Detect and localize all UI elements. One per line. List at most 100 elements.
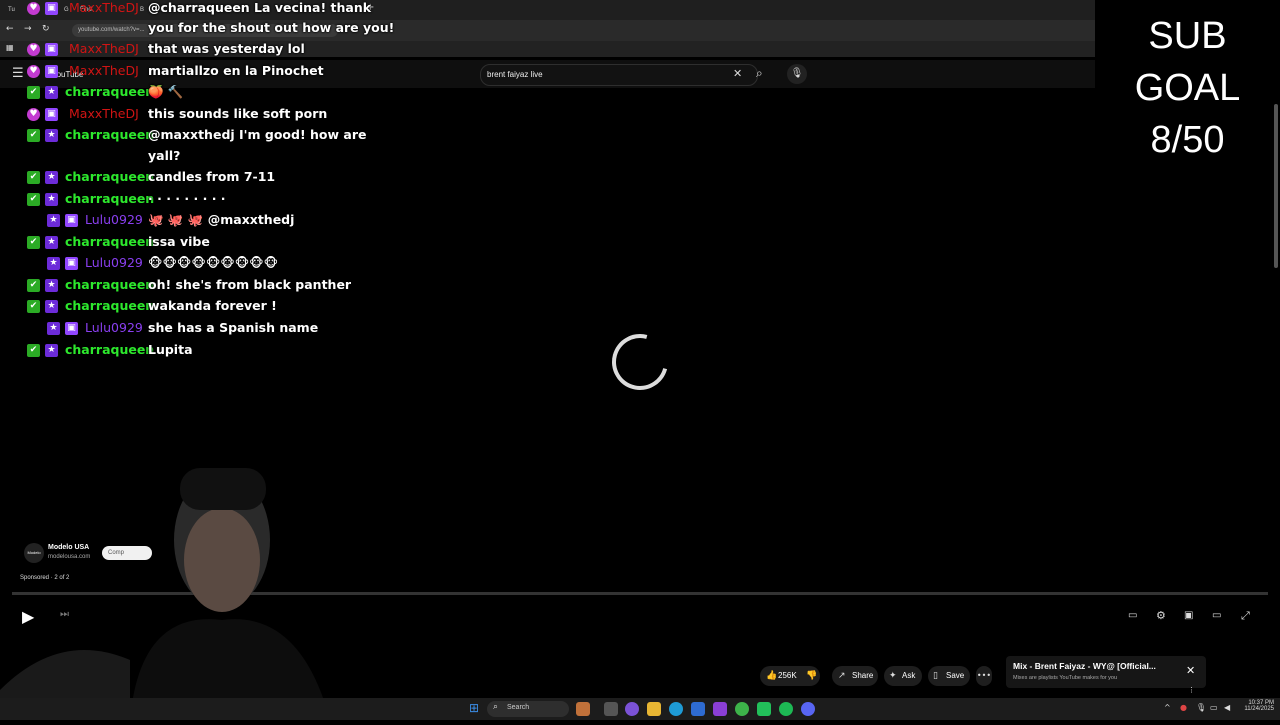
- tray-chevron-icon[interactable]: ^: [1164, 703, 1171, 712]
- star-badge-icon[interactable]: ★: [45, 300, 58, 313]
- microphone-icon[interactable]: 🎙: [1196, 703, 1206, 712]
- settings-icon[interactable]: ⚙: [1156, 609, 1166, 622]
- chat-message-text: Lupita: [148, 342, 193, 357]
- chat-message-text: martiallzo en la Pinochet: [148, 63, 324, 78]
- chat-username[interactable]: Lulu0929: [85, 210, 143, 230]
- chat-username[interactable]: charraqueen: [65, 189, 154, 209]
- search-input[interactable]: brent faiyaz live: [480, 64, 758, 86]
- discord-icon[interactable]: [801, 702, 815, 716]
- subscriber-badge-icon[interactable]: ▣: [45, 65, 58, 78]
- chat-message-text: issa vibe: [148, 234, 210, 249]
- miniplayer-icon[interactable]: ▣: [1184, 610, 1193, 621]
- mod-badge-icon[interactable]: ✔: [27, 344, 40, 357]
- chat-username[interactable]: MaxxTheDJ: [69, 61, 139, 81]
- mix-menu-icon[interactable]: ⋮: [1188, 686, 1195, 694]
- ask-button[interactable]: ✦ Ask: [884, 666, 922, 686]
- volume-icon[interactable]: ◀: [1224, 703, 1230, 712]
- chat-message-text: she has a Spanish name: [148, 320, 319, 335]
- file-explorer-icon[interactable]: [647, 702, 661, 716]
- mod-badge-icon[interactable]: ✔: [27, 300, 40, 313]
- subscriber-badge-icon[interactable]: ▣: [65, 322, 78, 335]
- chat-username[interactable]: charraqueen: [65, 275, 154, 295]
- chat-message-text: 🐙 🐙 🐙 @maxxthedj: [148, 212, 295, 227]
- task-view-icon[interactable]: [604, 702, 618, 716]
- mod-badge-icon[interactable]: ✔: [27, 129, 40, 142]
- star-badge-icon[interactable]: ★: [45, 236, 58, 249]
- spotify-icon[interactable]: [779, 702, 793, 716]
- heart-badge-icon[interactable]: ♥: [27, 108, 40, 121]
- taskbar-search[interactable]: ⌕ Search: [487, 701, 569, 717]
- star-badge-icon[interactable]: ★: [47, 322, 60, 335]
- chat-username[interactable]: Lulu0929: [85, 253, 143, 273]
- taskbar-app-icon[interactable]: [625, 702, 639, 716]
- taskbar-clock[interactable]: 10:37 PM 11/24/2025: [1238, 700, 1274, 712]
- subscriber-badge-icon[interactable]: ▣: [65, 214, 78, 227]
- tray-app-icon[interactable]: ●: [1180, 703, 1187, 712]
- mod-badge-icon[interactable]: ✔: [27, 279, 40, 292]
- chat-username[interactable]: charraqueen: [65, 232, 154, 252]
- taskbar-app-icon[interactable]: [576, 702, 590, 716]
- network-icon[interactable]: ▭: [1210, 703, 1218, 712]
- subscriber-badge-icon[interactable]: ▣: [45, 43, 58, 56]
- taskbar-app-icon[interactable]: [713, 702, 727, 716]
- chat-username[interactable]: MaxxTheDJ: [69, 0, 139, 18]
- fullscreen-icon[interactable]: ⤢: [1241, 609, 1250, 623]
- star-badge-icon[interactable]: ★: [45, 193, 58, 206]
- chat-username[interactable]: MaxxTheDJ: [69, 104, 139, 124]
- save-button[interactable]: ▯ Save: [928, 666, 970, 686]
- more-actions-button[interactable]: •••: [976, 666, 992, 686]
- chat-message-text: 🍑 🔨: [148, 84, 184, 99]
- chat-username[interactable]: charraqueen: [65, 82, 154, 102]
- page-scrollbar[interactable]: [1274, 104, 1278, 268]
- star-badge-icon[interactable]: ★: [45, 344, 58, 357]
- chat-username[interactable]: charraqueen: [65, 167, 154, 187]
- like-icon[interactable]: 👍: [766, 666, 777, 686]
- captions-icon[interactable]: ▭: [1128, 610, 1137, 621]
- chat-message-text: candles from 7-11: [148, 169, 276, 184]
- theater-mode-icon[interactable]: ▭: [1212, 610, 1221, 621]
- star-badge-icon[interactable]: ★: [47, 214, 60, 227]
- mix-title[interactable]: Mix - Brent Faiyaz - WY@ [Official...: [1013, 661, 1156, 671]
- chat-username[interactable]: charraqueen: [65, 340, 154, 360]
- chat-username[interactable]: charraqueen: [65, 296, 154, 316]
- search-icon: ⌕: [493, 702, 499, 712]
- like-count[interactable]: 256K: [778, 666, 797, 686]
- windows-taskbar: ⊞ ⌕ Search ^ ● 🎙 ▭ ◀ 10:37 PM 11/24/2025: [0, 698, 1280, 720]
- search-icon[interactable]: ⌕: [756, 66, 763, 81]
- subscriber-badge-icon[interactable]: ▣: [45, 108, 58, 121]
- chat-username[interactable]: charraqueen: [65, 125, 154, 145]
- star-badge-icon[interactable]: ★: [45, 171, 58, 184]
- dislike-icon[interactable]: 👎: [806, 666, 817, 686]
- star-badge-icon[interactable]: ★: [45, 279, 58, 292]
- close-mix-icon[interactable]: ✕: [1186, 664, 1195, 677]
- mod-badge-icon[interactable]: ✔: [27, 193, 40, 206]
- heart-badge-icon[interactable]: ♥: [27, 43, 40, 56]
- microphone-icon: 🎙: [790, 68, 804, 79]
- mod-badge-icon[interactable]: ✔: [27, 86, 40, 99]
- voice-search-button[interactable]: 🎙: [787, 64, 807, 84]
- mod-badge-icon[interactable]: ✔: [27, 236, 40, 249]
- mix-playlist-card[interactable]: Mix - Brent Faiyaz - WY@ [Official... Mi…: [1006, 656, 1206, 688]
- chat-message-text: wakanda forever !: [148, 298, 277, 313]
- heart-badge-icon[interactable]: ♥: [27, 2, 40, 15]
- taskbar-app-icon[interactable]: [757, 702, 771, 716]
- chat-message-text: oh! she's from black panther: [148, 277, 352, 292]
- clear-search-icon[interactable]: ✕: [733, 67, 742, 80]
- share-button[interactable]: ↗ Share: [832, 666, 878, 686]
- mod-badge-icon[interactable]: ✔: [27, 171, 40, 184]
- subscriber-badge-icon[interactable]: ▣: [65, 257, 78, 270]
- heart-badge-icon[interactable]: ♥: [27, 65, 40, 78]
- taskbar-date: 11/24/2025: [1244, 706, 1274, 712]
- store-icon[interactable]: [691, 702, 705, 716]
- star-badge-icon[interactable]: ★: [45, 129, 58, 142]
- star-badge-icon[interactable]: ★: [45, 86, 58, 99]
- windows-start-icon[interactable]: ⊞: [469, 701, 479, 715]
- chat-username[interactable]: MaxxTheDJ: [69, 39, 139, 59]
- subscriber-badge-icon[interactable]: ▣: [45, 2, 58, 15]
- bookmark-icon: ▯: [933, 671, 938, 681]
- star-badge-icon[interactable]: ★: [47, 257, 60, 270]
- chat-username[interactable]: Lulu0929: [85, 318, 143, 338]
- edge-browser-icon[interactable]: [669, 702, 683, 716]
- share-icon: ↗: [838, 671, 846, 681]
- chrome-icon[interactable]: [735, 702, 749, 716]
